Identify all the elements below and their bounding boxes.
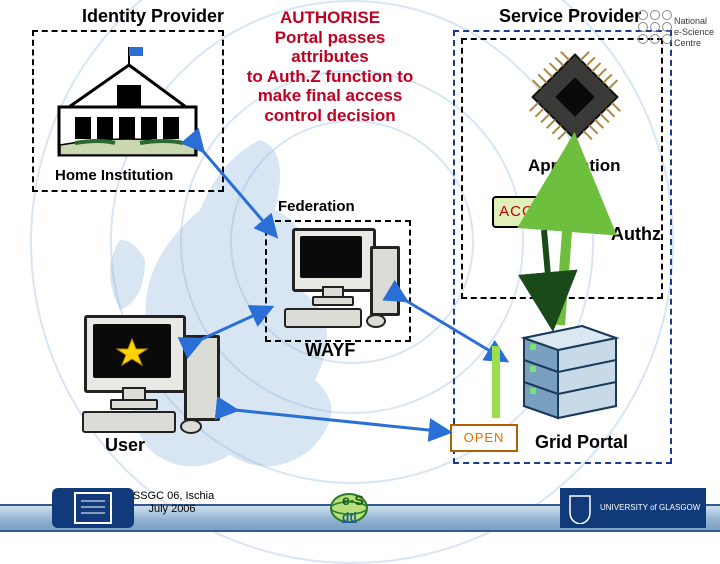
escience-text: e-S [342, 492, 364, 508]
server-icon [510, 320, 630, 430]
nesc-text: National [674, 16, 714, 27]
glasgow-logo: UNIVERSITY of GLASGOW [560, 488, 706, 528]
authorise-line: AUTHORISE [230, 8, 430, 28]
nesc-logo: National e-Science Centre [638, 10, 716, 70]
nesc-text: Centre [674, 38, 714, 49]
escience-logo: e-S dti [296, 488, 406, 528]
authorise-line: Portal passes [230, 28, 430, 48]
user-label: User [105, 435, 145, 456]
authorise-line: attributes [230, 47, 430, 67]
authorise-line: to Auth.Z function to [230, 67, 430, 87]
authorise-line: control decision [230, 106, 430, 126]
authz-label: Authz [611, 224, 661, 245]
accepted-badge: ACCEPTED [492, 196, 596, 228]
processor-chip-icon [520, 42, 630, 152]
edinburgh-logo [52, 488, 134, 528]
authorise-line: make final access [230, 86, 430, 106]
nesc-text: e-Science [674, 27, 714, 38]
home-institution-label: Home Institution [55, 167, 173, 184]
dti-text: dti [342, 510, 357, 524]
federation-label: Federation [278, 198, 355, 215]
open-badge: OPEN [450, 424, 518, 452]
wayf-label: WAYF [305, 340, 355, 361]
service-provider-label: Service Provider [499, 6, 641, 27]
building-icon [55, 45, 200, 160]
wayf-computer-icon [278, 228, 396, 336]
authorise-text: AUTHORISE Portal passes attributes to Au… [230, 8, 430, 125]
user-computer-icon [84, 315, 234, 435]
grid-portal-label: Grid Portal [535, 432, 628, 453]
glasgow-text: UNIVERSITY of GLASGOW [600, 504, 700, 513]
application-label: Application [528, 156, 621, 176]
identity-provider-label: Identity Provider [82, 6, 224, 27]
footer: ISSGC 06, Ischia July 2006 e-S dti UNIVE… [0, 484, 720, 540]
